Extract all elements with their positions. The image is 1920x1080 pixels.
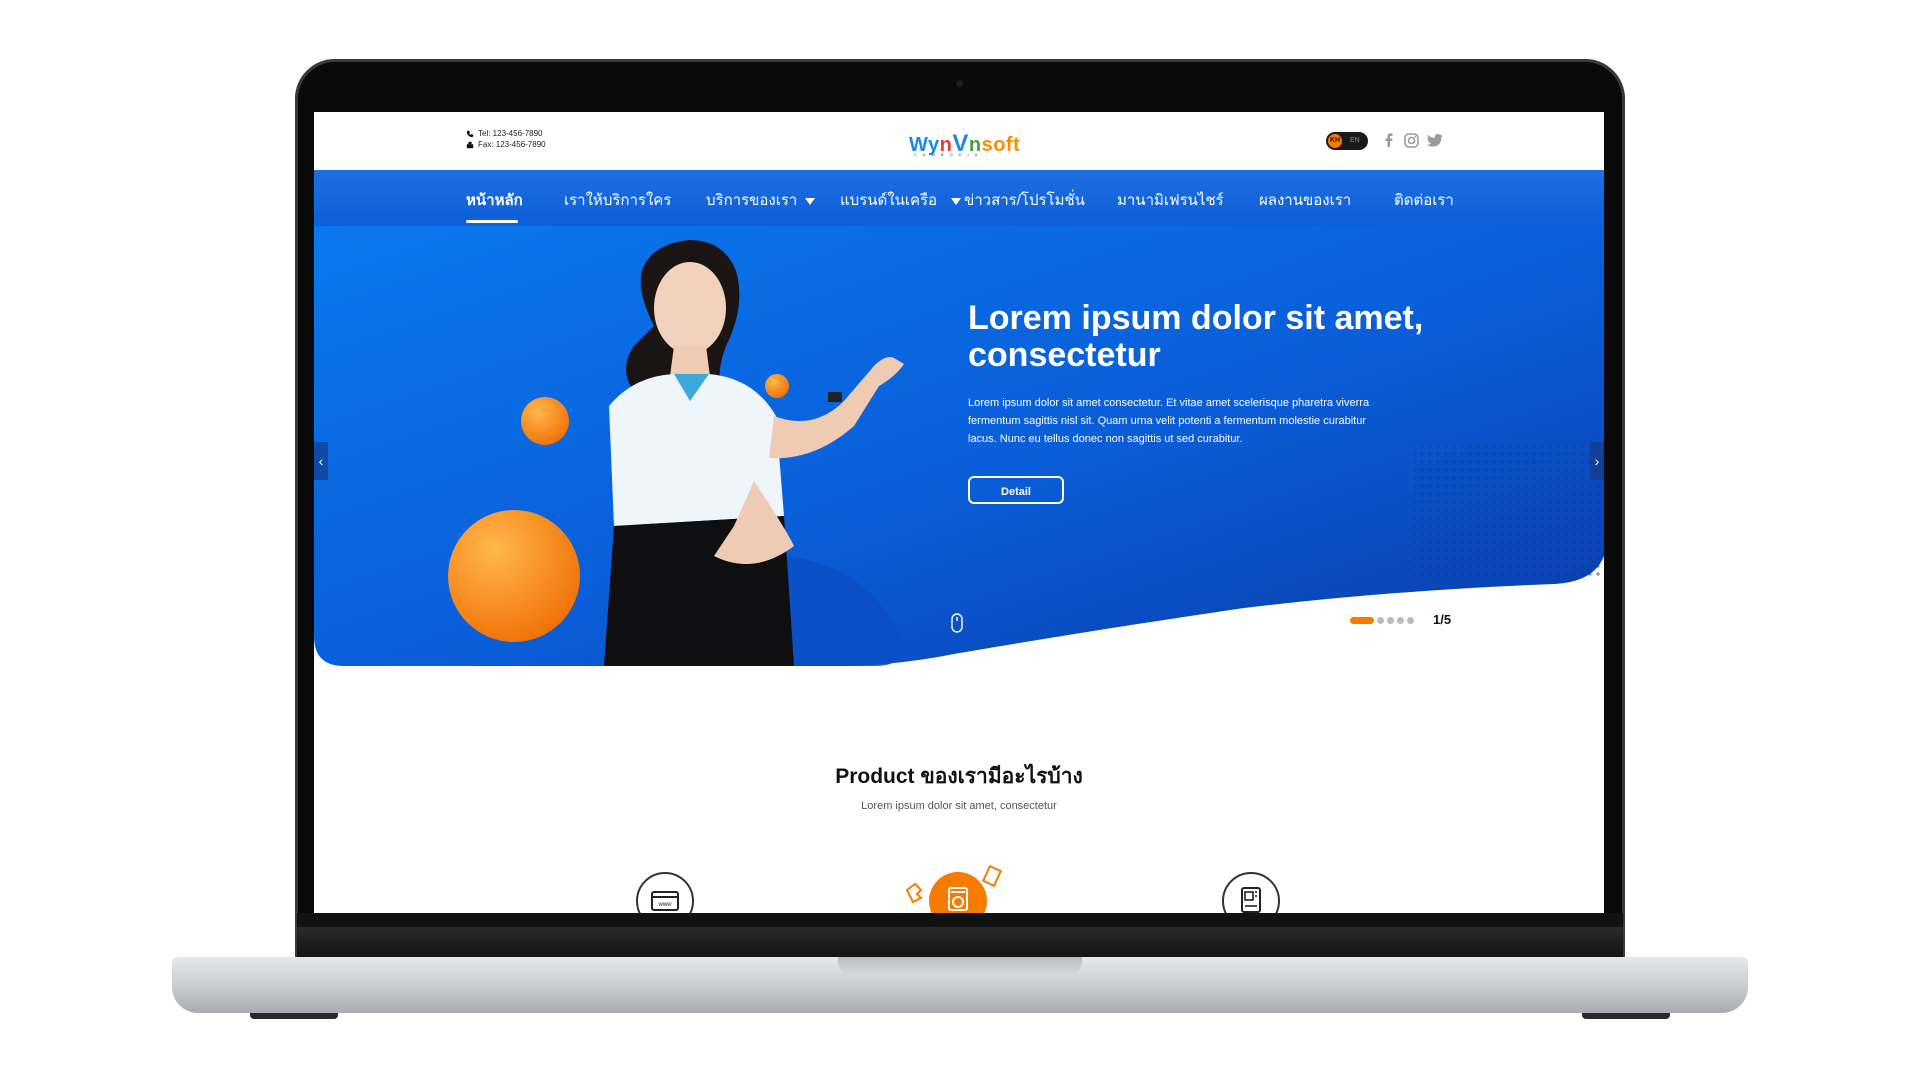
facebook-icon[interactable] xyxy=(1380,131,1398,149)
nav-item-news[interactable]: ข่าวสาร/โปรโมชั่น xyxy=(964,188,1085,212)
hero-banner: Lorem ipsum dolor sit amet, consectetur … xyxy=(314,226,1604,666)
fax-text: Fax: 123-456-7890 xyxy=(478,140,546,149)
products-subtitle: Lorem ipsum dolor sit amet, consectetur xyxy=(861,800,1057,812)
laptop-hinge xyxy=(297,927,1623,957)
logo-subtitle: CAMBODIA xyxy=(914,152,984,157)
hero-background xyxy=(314,226,1604,666)
nav-item-portfolio[interactable]: ผลงานของเรา xyxy=(1259,188,1351,212)
fax-row: Fax: 123-456-7890 xyxy=(466,139,546,150)
slide-dot-1[interactable] xyxy=(1350,617,1374,624)
logo-part-soft: soft xyxy=(981,134,1021,156)
nav-item-contact[interactable]: ติดต่อเรา xyxy=(1394,188,1454,212)
scroll-mouse-icon[interactable] xyxy=(951,613,963,633)
product-kiosk-icon[interactable] xyxy=(1222,872,1280,913)
nav-item-services[interactable]: บริการของเรา xyxy=(706,188,816,212)
slide-counter: 1/5 xyxy=(1433,612,1452,627)
chevron-right-icon: › xyxy=(1594,453,1600,469)
nav-item-brands[interactable]: แบรนด์ในเครือ xyxy=(840,188,962,212)
nav-active-indicator xyxy=(466,220,518,223)
camera-icon xyxy=(956,80,963,87)
nav-services-label: บริการของเรา xyxy=(706,192,798,209)
laptop-notch xyxy=(838,957,1082,975)
nav-item-who-we-serve[interactable]: เราให้บริการใคร xyxy=(564,188,671,212)
products-title: Product ของเรามีอะไรบ้าง xyxy=(835,765,1083,788)
product-website-icon[interactable]: www xyxy=(636,872,694,913)
tel-text: Tel: 123-456-7890 xyxy=(478,129,543,138)
prev-slide-button[interactable]: ‹ xyxy=(314,442,328,480)
nav-item-franchise[interactable]: มานามิเฟรนไชร์ xyxy=(1117,188,1224,212)
svg-text:www: www xyxy=(658,902,673,908)
slide-dot-2[interactable] xyxy=(1377,617,1384,624)
slide-dot-5[interactable] xyxy=(1407,617,1414,624)
caret-down-icon xyxy=(805,197,816,205)
chevron-left-icon: ‹ xyxy=(318,453,324,469)
phone-icon xyxy=(466,130,474,137)
laptop-foot-right xyxy=(1582,1013,1670,1019)
hero-title: Lorem ipsum dolor sit amet, consectetur xyxy=(968,299,1424,374)
lang-en[interactable]: EN xyxy=(1350,135,1360,147)
twitter-icon[interactable] xyxy=(1426,131,1444,149)
top-bar: Tel: 123-456-7890 Fax: 123-456-7890 WynV… xyxy=(314,112,1604,170)
slide-indicator xyxy=(1350,617,1414,624)
fax-icon xyxy=(466,141,474,148)
main-navigation: หน้าหลัก เราให้บริการใคร บริการของเรา แบ… xyxy=(314,170,1604,226)
laptop-foot-left xyxy=(250,1013,338,1019)
instagram-icon[interactable] xyxy=(1402,131,1420,149)
nav-item-home[interactable]: หน้าหลัก xyxy=(466,188,523,212)
lang-kh[interactable]: KH xyxy=(1328,134,1342,148)
language-toggle[interactable]: KH EN xyxy=(1326,132,1368,150)
website-screen: Tel: 123-456-7890 Fax: 123-456-7890 WynV… xyxy=(314,112,1604,913)
slide-dot-4[interactable] xyxy=(1397,617,1404,624)
brand-logo[interactable]: WynVnsoft CAMBODIA xyxy=(909,122,1021,157)
slide-dot-3[interactable] xyxy=(1387,617,1394,624)
nav-brands-label: แบรนด์ในเครือ xyxy=(840,192,938,209)
tel-row: Tel: 123-456-7890 xyxy=(466,128,546,139)
contact-info: Tel: 123-456-7890 Fax: 123-456-7890 xyxy=(466,128,546,150)
product-pos-icon[interactable] xyxy=(929,872,987,913)
next-slide-button[interactable]: › xyxy=(1590,442,1604,480)
caret-down-icon xyxy=(951,197,962,205)
detail-button[interactable]: Detail xyxy=(968,476,1064,504)
hero-description: Lorem ipsum dolor sit amet consectetur. … xyxy=(968,397,1370,445)
